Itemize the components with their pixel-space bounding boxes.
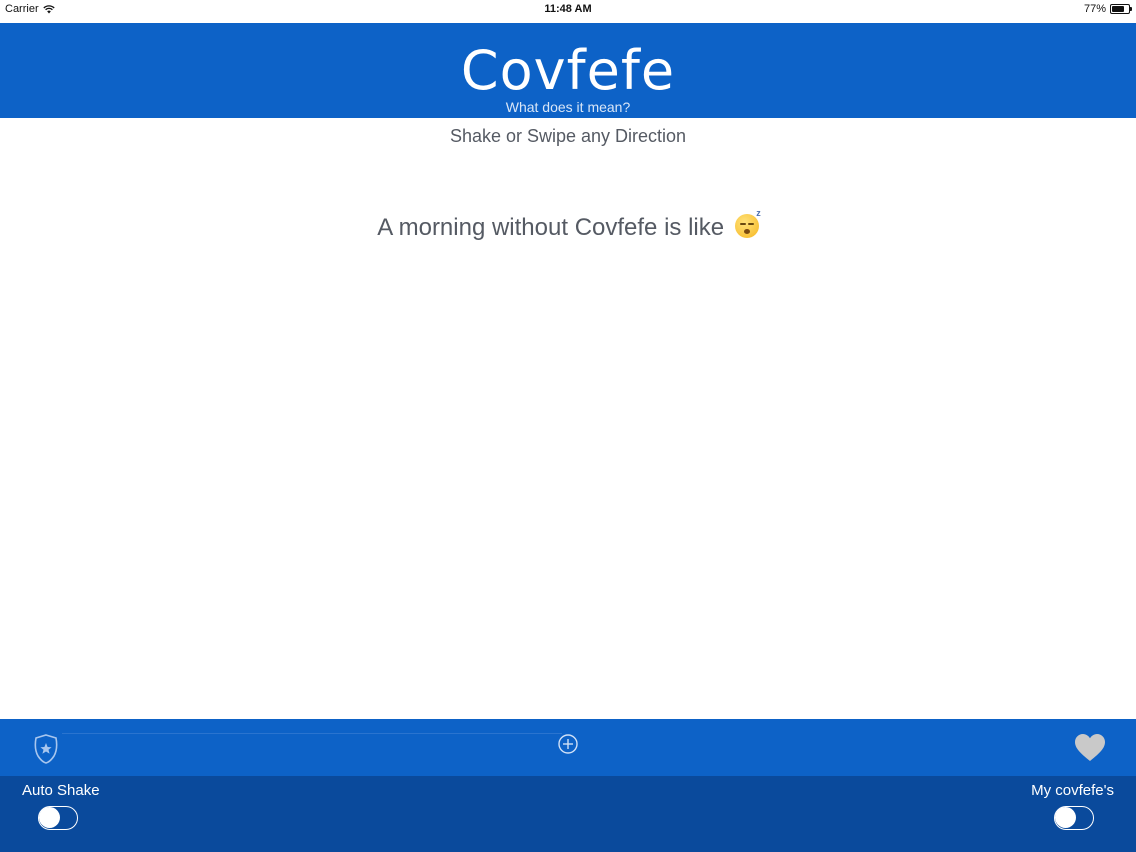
my-covfefes-label: My covfefe's bbox=[1031, 782, 1114, 799]
favorite-button[interactable] bbox=[1074, 733, 1106, 763]
app-subtitle[interactable]: What does it mean? bbox=[0, 99, 1136, 115]
heart-icon bbox=[1075, 734, 1105, 761]
add-button[interactable] bbox=[556, 732, 580, 756]
auto-shake-toggle[interactable] bbox=[38, 806, 78, 830]
app-title: Covfefe bbox=[460, 39, 676, 102]
toolbar-divider bbox=[62, 733, 562, 734]
clock: 11:48 AM bbox=[544, 3, 592, 15]
add-circle-icon bbox=[558, 734, 578, 754]
sleeping-face-emoji: z bbox=[734, 208, 761, 238]
phrase-text: A morning without Covfefe is like bbox=[377, 214, 725, 241]
bottom-toolbar bbox=[0, 719, 1136, 776]
battery-status: 77% bbox=[1083, 3, 1132, 15]
my-covfefes-toggle[interactable] bbox=[1054, 806, 1094, 830]
battery-percent: 77% bbox=[1083, 3, 1106, 15]
auto-shake-label: Auto Shake bbox=[22, 782, 100, 799]
police-badge-icon bbox=[34, 734, 58, 764]
app-header: Covfefe What does it mean? bbox=[0, 23, 1136, 118]
status-bar: Carrier 11:48 AM 77% bbox=[0, 0, 1136, 20]
battery-icon bbox=[1110, 4, 1132, 14]
settings-panel: Auto Shake My covfefe's bbox=[0, 776, 1136, 852]
toggle-knob bbox=[1055, 807, 1076, 828]
toggle-knob bbox=[39, 807, 60, 828]
covfefe-phrase[interactable]: A morning without Covfefe is like z bbox=[0, 208, 1136, 242]
police-badge-button[interactable] bbox=[32, 733, 60, 765]
instruction-text: Shake or Swipe any Direction bbox=[449, 126, 687, 146]
